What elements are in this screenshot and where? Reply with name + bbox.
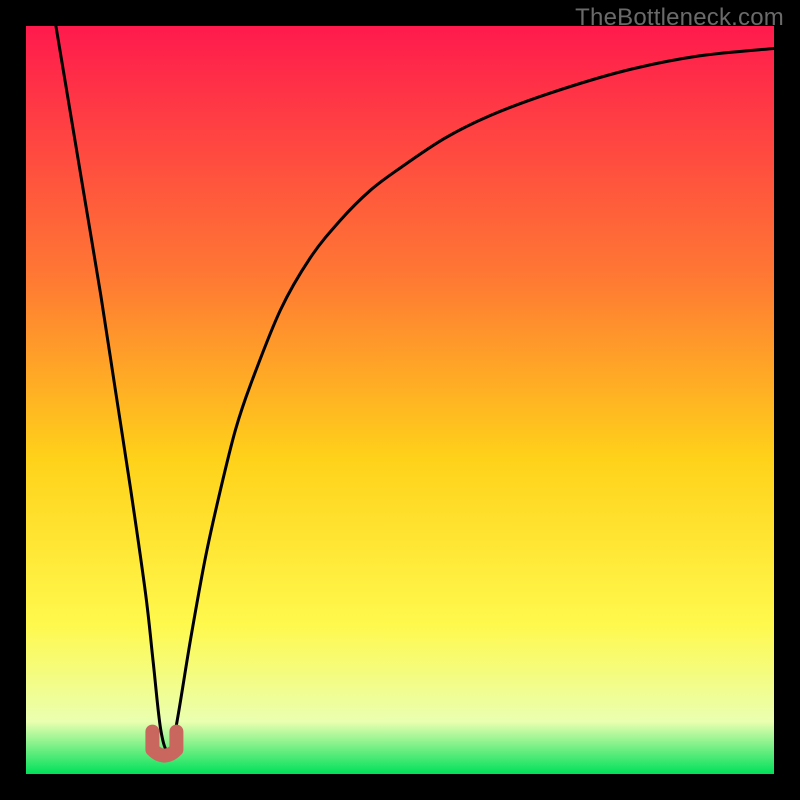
plot-svg [26, 26, 774, 774]
plot-area [26, 26, 774, 774]
gradient-background [26, 26, 774, 774]
watermark-text: TheBottleneck.com [575, 4, 784, 32]
chart-frame: TheBottleneck.com [0, 0, 800, 800]
